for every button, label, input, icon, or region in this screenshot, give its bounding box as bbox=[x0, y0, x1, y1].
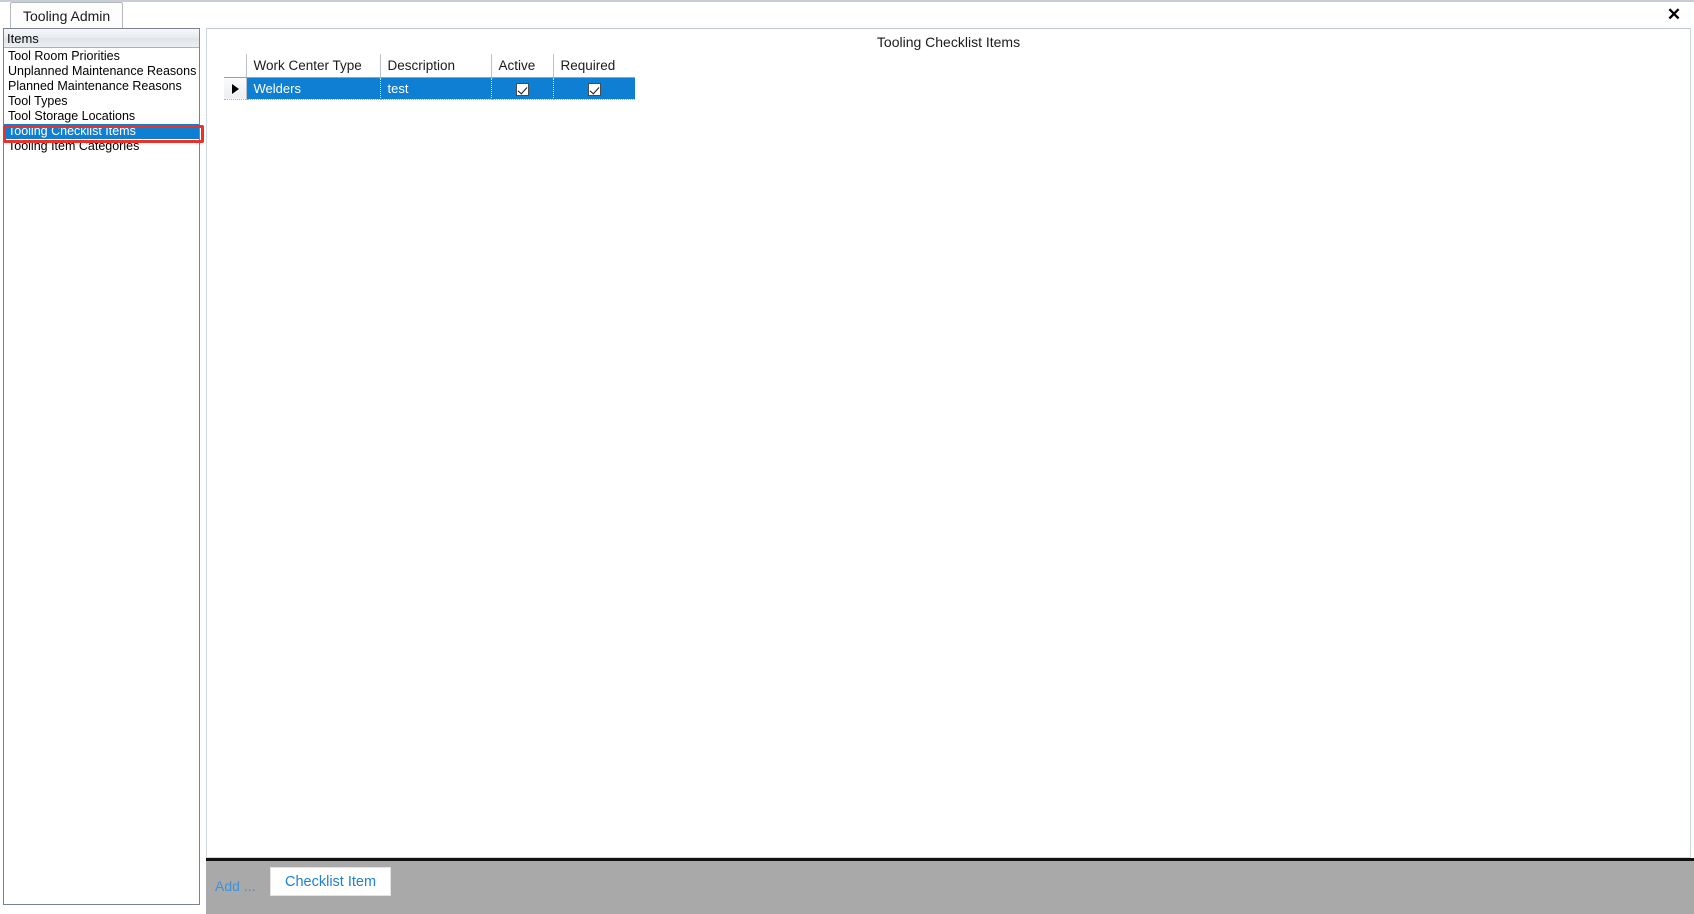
sidebar-item-tool-room-priorities[interactable]: Tool Room Priorities bbox=[4, 49, 199, 64]
close-glyph: ✕ bbox=[1666, 4, 1682, 24]
tooling-admin-window: Tooling Admin ✕ Items Tool Room Prioriti… bbox=[0, 0, 1694, 914]
cell-active[interactable] bbox=[491, 77, 554, 100]
add-checklist-item-button[interactable]: Checklist Item bbox=[270, 867, 392, 896]
grid-column-header-active[interactable]: Active bbox=[491, 54, 554, 78]
tab-strip-divider bbox=[0, 0, 1694, 2]
close-icon[interactable]: ✕ bbox=[1662, 3, 1686, 25]
sidebar-item-planned-maintenance-reasons[interactable]: Planned Maintenance Reasons bbox=[4, 79, 199, 94]
add-checklist-item-button-label: Checklist Item bbox=[285, 873, 377, 890]
sidebar-item-tooling-checklist-items[interactable]: Tooling Checklist Items bbox=[4, 124, 199, 139]
grid-header-row: Work Center Type Description Active Requ… bbox=[224, 54, 635, 78]
grid-column-header-required[interactable]: Required bbox=[553, 54, 635, 78]
items-panel-header-label: Items bbox=[7, 30, 39, 46]
tab-label: Tooling Admin bbox=[23, 8, 111, 24]
sidebar-item-tooling-item-categories[interactable]: Tooling Item Categories bbox=[4, 139, 199, 154]
bottom-command-bar: Add ... Checklist Item bbox=[206, 858, 1694, 914]
checklist-items-grid[interactable]: Work Center Type Description Active Requ… bbox=[224, 54, 635, 100]
cell-work-center-type[interactable]: Welders bbox=[246, 77, 381, 100]
items-panel-header: Items bbox=[4, 29, 199, 48]
tab-tooling-admin[interactable]: Tooling Admin bbox=[10, 2, 124, 29]
row-selector-arrow-icon bbox=[231, 84, 239, 95]
sidebar-item-unplanned-maintenance-reasons[interactable]: Unplanned Maintenance Reasons bbox=[4, 64, 199, 79]
add-label: Add ... bbox=[215, 878, 256, 894]
content-panel: Tooling Checklist Items Work Center Type… bbox=[206, 28, 1691, 858]
row-selector-arrow[interactable] bbox=[224, 77, 247, 100]
page-title: Tooling Checklist Items bbox=[876, 34, 1021, 50]
tab-strip: Tooling Admin ✕ bbox=[0, 0, 1694, 30]
grid-column-header-description[interactable]: Description bbox=[380, 54, 492, 78]
cell-description[interactable]: test bbox=[380, 77, 492, 100]
sidebar-item-tool-storage-locations[interactable]: Tool Storage Locations bbox=[4, 109, 199, 124]
grid-column-header-work-center-type[interactable]: Work Center Type bbox=[246, 54, 381, 78]
required-checkbox[interactable] bbox=[588, 82, 602, 96]
sidebar-item-tool-types[interactable]: Tool Types bbox=[4, 94, 199, 109]
items-panel: Items Tool Room Priorities Unplanned Mai… bbox=[3, 28, 200, 905]
cell-required[interactable] bbox=[553, 77, 635, 100]
active-checkbox[interactable] bbox=[516, 82, 529, 96]
table-row[interactable]: Welders test bbox=[224, 77, 635, 100]
grid-row-selector-column-header bbox=[224, 54, 247, 78]
items-list[interactable]: Tool Room Priorities Unplanned Maintenan… bbox=[4, 49, 199, 904]
